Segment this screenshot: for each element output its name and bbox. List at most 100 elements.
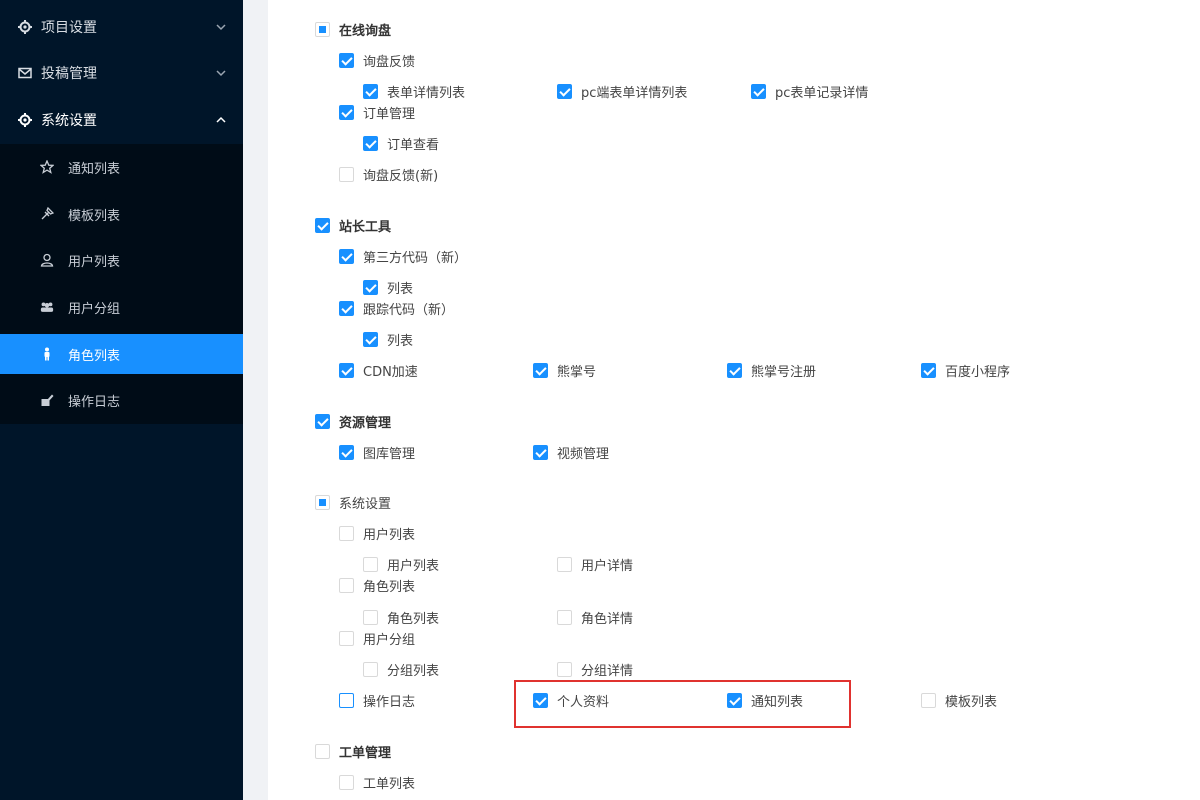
sidebar-item-label: 角色列表 bbox=[68, 348, 121, 364]
checkbox[interactable] bbox=[363, 610, 378, 625]
checkbox[interactable] bbox=[339, 363, 354, 378]
checkbox[interactable] bbox=[339, 631, 354, 646]
perm-ticket-list[interactable]: 工单列表 bbox=[339, 773, 415, 792]
perm-label: 表单详情列表 bbox=[387, 86, 466, 101]
menu-item-system-settings[interactable]: 系统设置 bbox=[0, 97, 243, 143]
checkbox[interactable] bbox=[339, 249, 354, 264]
sidebar-item-user-list[interactable]: 用户列表 bbox=[0, 240, 243, 280]
checkbox[interactable] bbox=[315, 744, 330, 759]
perm-user-detail[interactable]: 用户详情 bbox=[557, 555, 633, 574]
checkbox[interactable] bbox=[727, 363, 742, 378]
perm-ticket[interactable]: 工单管理 bbox=[315, 742, 391, 761]
checkbox[interactable] bbox=[363, 332, 378, 347]
perm-gallery[interactable]: 图库管理 bbox=[339, 443, 415, 462]
perm-pc-form-detail-list[interactable]: pc端表单详情列表 bbox=[557, 82, 687, 101]
perm-label: 订单管理 bbox=[363, 107, 416, 122]
checkbox[interactable] bbox=[363, 136, 378, 151]
perm-role-detail[interactable]: 角色详情 bbox=[557, 608, 633, 627]
perm-role-list[interactable]: 角色列表 bbox=[339, 576, 415, 595]
checkbox[interactable] bbox=[363, 280, 378, 295]
perm-role-list-sub[interactable]: 角色列表 bbox=[363, 608, 439, 627]
checkbox[interactable] bbox=[339, 526, 354, 541]
checkbox[interactable] bbox=[339, 578, 354, 593]
perm-label: pc端表单详情列表 bbox=[581, 86, 688, 101]
sidebar-item-template-list[interactable]: 模板列表 bbox=[0, 194, 243, 234]
perm-label: 在线询盘 bbox=[339, 24, 392, 39]
perm-label: 站长工具 bbox=[339, 220, 392, 235]
pin-icon bbox=[40, 207, 54, 221]
sidebar-item-notice-list[interactable]: 通知列表 bbox=[0, 147, 243, 187]
perm-op-log[interactable]: 操作日志 bbox=[339, 691, 415, 710]
checkbox[interactable] bbox=[315, 414, 330, 429]
perm-user-list[interactable]: 用户列表 bbox=[339, 524, 415, 543]
perm-cdn[interactable]: CDN加速 bbox=[339, 361, 418, 380]
perm-tracking-code[interactable]: 跟踪代码（新） bbox=[339, 299, 454, 318]
perm-label: 列表 bbox=[387, 282, 414, 297]
sidebar-item-label: 通知列表 bbox=[68, 161, 121, 177]
checkbox[interactable] bbox=[339, 693, 354, 708]
checkbox[interactable] bbox=[751, 84, 766, 99]
perm-video[interactable]: 视频管理 bbox=[533, 443, 609, 462]
checkbox[interactable] bbox=[315, 22, 330, 37]
sidebar-item-operation-log[interactable]: 操作日志 bbox=[0, 380, 243, 420]
perm-xiongzhang-reg[interactable]: 熊掌号注册 bbox=[727, 361, 816, 380]
perm-template-list[interactable]: 模板列表 bbox=[921, 691, 997, 710]
perm-webmaster[interactable]: 站长工具 bbox=[315, 216, 391, 235]
checkbox[interactable] bbox=[557, 84, 572, 99]
perm-tracking-list[interactable]: 列表 bbox=[363, 330, 413, 349]
sidebar-item-role-list[interactable]: 角色列表 bbox=[0, 334, 243, 374]
perm-label: 订单查看 bbox=[387, 138, 440, 153]
perm-label: 角色列表 bbox=[387, 612, 440, 627]
checkbox[interactable] bbox=[315, 218, 330, 233]
checkbox[interactable] bbox=[315, 495, 330, 510]
perm-order-mgmt[interactable]: 订单管理 bbox=[339, 103, 415, 122]
checkbox[interactable] bbox=[921, 693, 936, 708]
perm-third-party-list[interactable]: 列表 bbox=[363, 278, 413, 297]
checkbox[interactable] bbox=[339, 445, 354, 460]
checkbox[interactable] bbox=[557, 557, 572, 572]
checkbox[interactable] bbox=[339, 775, 354, 790]
checkbox[interactable] bbox=[363, 84, 378, 99]
checkbox[interactable] bbox=[557, 662, 572, 677]
checkbox[interactable] bbox=[363, 557, 378, 572]
perm-form-detail-list[interactable]: 表单详情列表 bbox=[363, 82, 465, 101]
perm-label: 视频管理 bbox=[557, 447, 610, 462]
perm-label: 第三方代码（新） bbox=[363, 251, 468, 266]
checkbox[interactable] bbox=[339, 53, 354, 68]
perm-order-view[interactable]: 订单查看 bbox=[363, 134, 439, 153]
gear-icon bbox=[18, 113, 32, 127]
checkbox[interactable] bbox=[339, 301, 354, 316]
menu-item-project-settings[interactable]: 项目设置 bbox=[0, 4, 243, 50]
perm-user-list-sub[interactable]: 用户列表 bbox=[363, 555, 439, 574]
perm-label: 熊掌号注册 bbox=[751, 365, 817, 380]
checkbox[interactable] bbox=[921, 363, 936, 378]
perm-system[interactable]: 系统设置 bbox=[315, 493, 391, 512]
perm-pc-form-record[interactable]: pc表单记录详情 bbox=[751, 82, 868, 101]
checkbox[interactable] bbox=[363, 662, 378, 677]
perm-label: 模板列表 bbox=[945, 695, 998, 710]
perm-inquiry[interactable]: 在线询盘 bbox=[315, 20, 391, 39]
perm-label: 用户详情 bbox=[581, 559, 634, 574]
perm-label: 列表 bbox=[387, 334, 414, 349]
perm-label: 熊掌号 bbox=[557, 365, 597, 380]
perm-xiongzhang[interactable]: 熊掌号 bbox=[533, 361, 596, 380]
checkbox[interactable] bbox=[339, 105, 354, 120]
perm-user-group[interactable]: 用户分组 bbox=[339, 629, 415, 648]
perm-group-list[interactable]: 分组列表 bbox=[363, 660, 439, 679]
checkbox[interactable] bbox=[339, 167, 354, 182]
perm-baidu-mini[interactable]: 百度小程序 bbox=[921, 361, 1010, 380]
checkbox[interactable] bbox=[533, 445, 548, 460]
perm-label: 用户列表 bbox=[387, 559, 440, 574]
perm-feedback-new[interactable]: 询盘反馈(新) bbox=[339, 165, 438, 184]
perm-label: 系统设置 bbox=[339, 497, 392, 512]
perm-group-detail[interactable]: 分组详情 bbox=[557, 660, 633, 679]
checkbox[interactable] bbox=[533, 363, 548, 378]
menu-item-submission[interactable]: 投稿管理 bbox=[0, 50, 243, 96]
perm-label: pc表单记录详情 bbox=[775, 86, 869, 101]
perm-third-party-code[interactable]: 第三方代码（新） bbox=[339, 247, 467, 266]
checkbox[interactable] bbox=[557, 610, 572, 625]
perm-label: 图库管理 bbox=[363, 447, 416, 462]
perm-inquiry-feedback[interactable]: 询盘反馈 bbox=[339, 51, 415, 70]
perm-resources[interactable]: 资源管理 bbox=[315, 412, 391, 431]
sidebar-item-user-group[interactable]: 用户分组 bbox=[0, 287, 243, 327]
